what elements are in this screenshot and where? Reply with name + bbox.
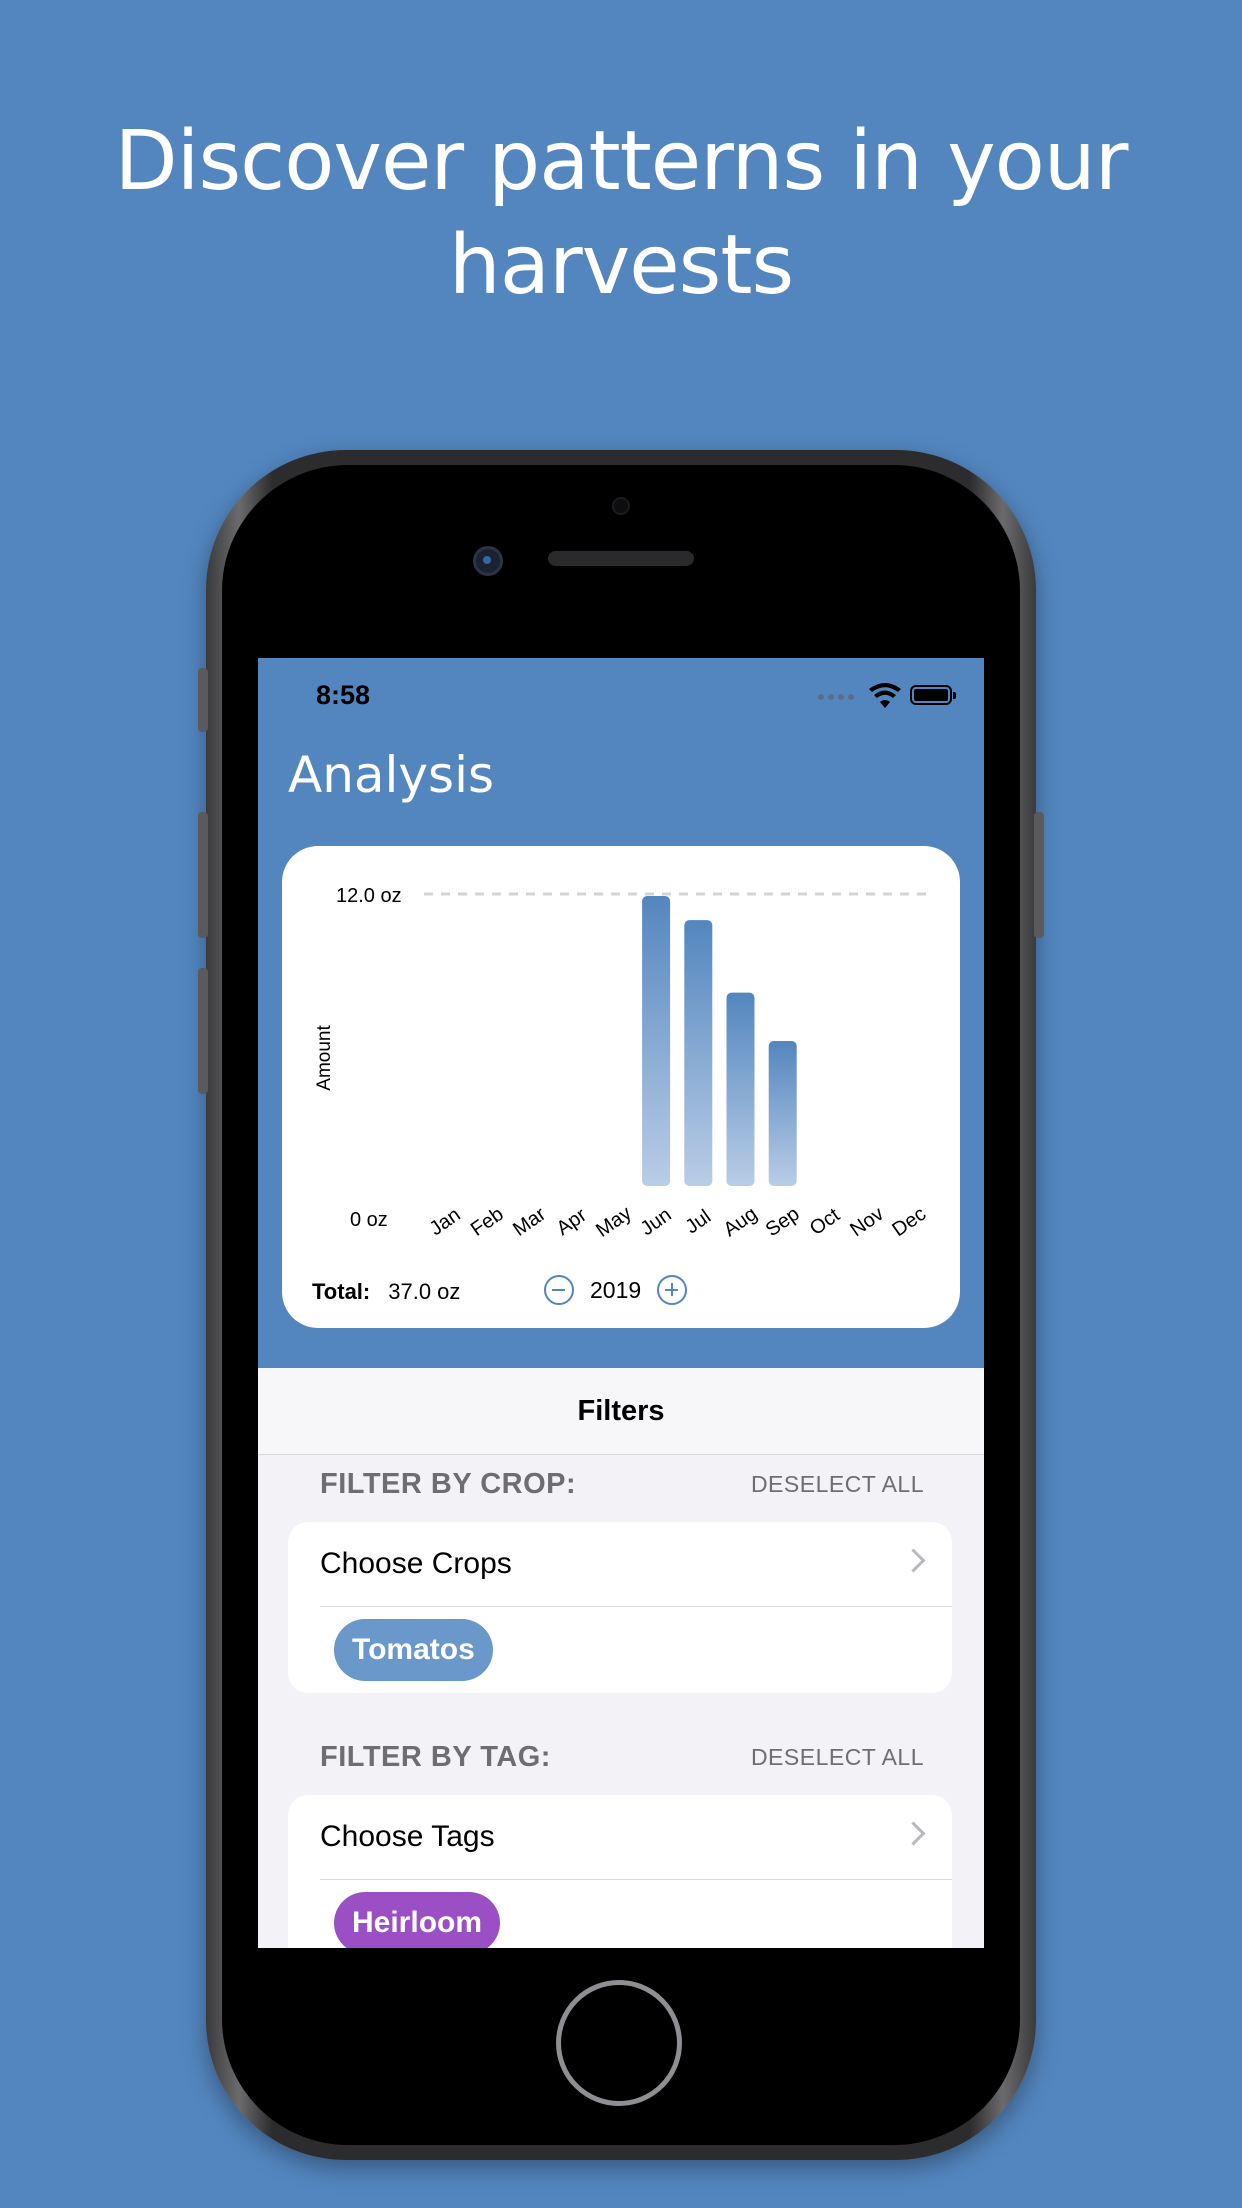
- proximity-sensor: [612, 497, 630, 515]
- y-min-label: 0 oz: [350, 1209, 388, 1231]
- bar-jul: [684, 920, 713, 1186]
- x-label-aug: Aug: [720, 1203, 762, 1241]
- y-max-label: 12.0 oz: [336, 885, 402, 907]
- x-label-sep: Sep: [762, 1203, 804, 1241]
- y-axis-label: Amount: [314, 1025, 335, 1091]
- x-label-may: May: [592, 1202, 636, 1242]
- headline-line-2: harvests: [448, 218, 795, 313]
- bar-jun: [642, 896, 671, 1186]
- app-screen: 8:58 Analysis 12.0 oz 0 oz Amount Jan Fe…: [258, 658, 984, 1948]
- total-label: Total:: [312, 1279, 371, 1304]
- total-summary: Total: 37.0 oz: [312, 1274, 460, 1310]
- tag-chip-heirloom[interactable]: Heirloom: [334, 1892, 501, 1948]
- bar-aug: [726, 992, 755, 1186]
- choose-crops-row[interactable]: Choose Crops: [288, 1522, 952, 1606]
- chevron-right-icon: [901, 1548, 926, 1573]
- home-button[interactable]: [556, 1980, 682, 2106]
- crop-filter-header: FILTER BY CROP: DESELECT ALL: [320, 1464, 924, 1504]
- year-stepper: 2019: [544, 1272, 688, 1308]
- volume-down-button: [198, 968, 208, 1094]
- x-label-jul: Jul: [682, 1206, 716, 1239]
- x-label-nov: Nov: [846, 1203, 888, 1241]
- mute-switch: [198, 668, 208, 732]
- x-label-apr: Apr: [553, 1204, 591, 1240]
- status-time: 8:58: [316, 680, 371, 710]
- crop-chip-row: Tomatos: [288, 1607, 952, 1693]
- tag-filter-group: Choose Tags Heirloom: [288, 1795, 952, 1948]
- crop-chip-tomatos[interactable]: Tomatos: [334, 1619, 493, 1681]
- crop-filter-group: Choose Crops Tomatos: [288, 1522, 952, 1693]
- wifi-icon: [869, 683, 901, 708]
- front-camera-icon: [473, 546, 503, 576]
- bar-sep: [768, 1041, 797, 1186]
- earpiece-speaker: [548, 551, 694, 566]
- chart-bars: [642, 896, 797, 1186]
- tag-filter-title: FILTER BY TAG:: [320, 1740, 551, 1773]
- battery-icon: [910, 685, 956, 705]
- harvest-chart-card: 12.0 oz 0 oz Amount Jan Feb Mar Apr May Jun Ju…: [282, 846, 960, 1328]
- tag-filter-header: FILTER BY TAG: DESELECT ALL: [320, 1737, 924, 1777]
- chevron-right-icon: [901, 1821, 926, 1846]
- year-value: 2019: [590, 1276, 642, 1303]
- x-label-dec: Dec: [888, 1203, 930, 1241]
- filters-header: Filters: [258, 1368, 984, 1455]
- volume-up-button: [198, 812, 208, 938]
- total-value: 37.0 oz: [388, 1279, 461, 1304]
- x-label-feb: Feb: [467, 1203, 508, 1241]
- harvest-bar-chart: 12.0 oz 0 oz Amount Jan Feb Mar Apr May Jun Ju…: [314, 885, 931, 1242]
- choose-tags-row[interactable]: Choose Tags: [288, 1795, 952, 1879]
- choose-crops-label: Choose Crops: [320, 1547, 512, 1580]
- cellular-signal-icon: [818, 694, 854, 700]
- x-label-jun: Jun: [637, 1204, 676, 1241]
- deselect-all-crops-button[interactable]: DESELECT ALL: [751, 1471, 924, 1498]
- deselect-all-tags-button[interactable]: DESELECT ALL: [751, 1744, 924, 1771]
- crop-filter-title: FILTER BY CROP:: [320, 1467, 577, 1500]
- x-label-mar: Mar: [509, 1203, 550, 1241]
- headline-line-1: Discover patterns in your: [114, 114, 1129, 209]
- chart-x-labels: Jan Feb Mar Apr May Jun Jul Aug Sep Oct Nov Dec: [426, 1202, 931, 1242]
- headline: Discover patterns in your harvests: [0, 110, 1242, 318]
- x-label-jan: Jan: [426, 1204, 465, 1241]
- analysis-header-area: 8:58 Analysis 12.0 oz 0 oz Amount Jan Fe…: [258, 658, 984, 1368]
- tag-chip-row: Heirloom: [288, 1880, 952, 1948]
- power-button: [1034, 812, 1044, 938]
- choose-tags-label: Choose Tags: [320, 1820, 495, 1853]
- status-icons: [818, 682, 958, 710]
- previous-year-button[interactable]: [544, 1275, 574, 1305]
- x-label-oct: Oct: [806, 1204, 844, 1240]
- next-year-button[interactable]: [657, 1275, 688, 1305]
- page-title: Analysis: [288, 746, 495, 804]
